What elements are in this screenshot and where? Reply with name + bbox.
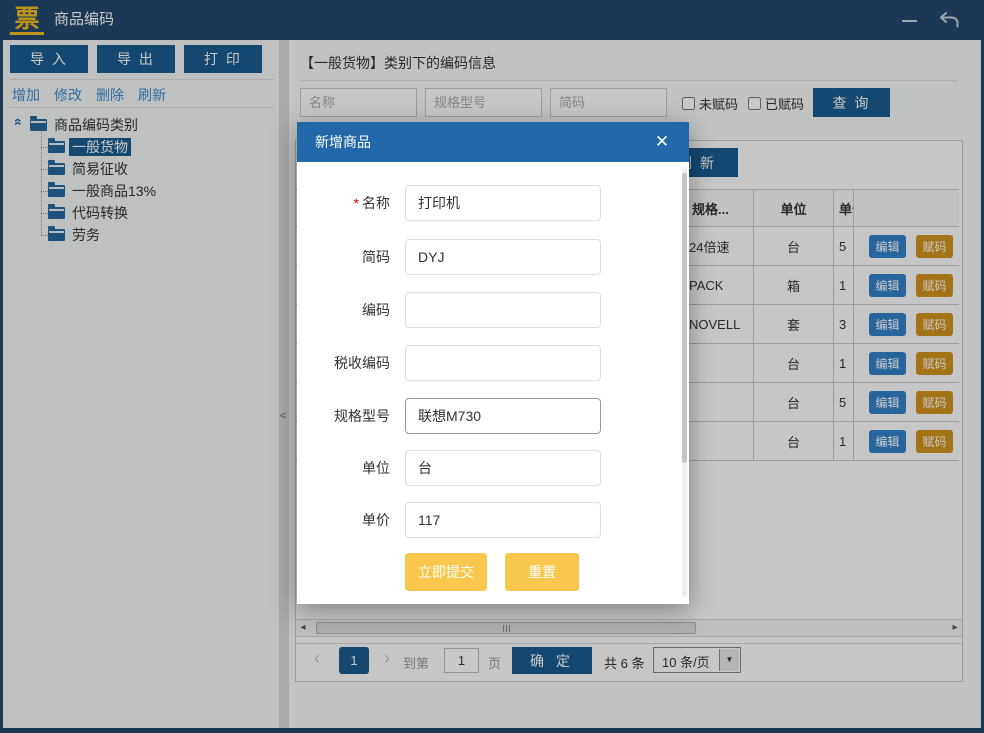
- tax-code-input[interactable]: [405, 345, 601, 381]
- name-input[interactable]: [405, 185, 601, 221]
- spec-label: 规格型号: [334, 408, 390, 424]
- app-window: 票 商品编码 导 入 导 出 打 印 增加 修改 删除 刷新 « 商品编码类别 …: [0, 0, 984, 733]
- modal-actions: 立即提交 重置: [297, 553, 689, 591]
- field-name: * 名称: [297, 185, 689, 221]
- field-shortcode: 简码: [297, 239, 689, 275]
- price-input[interactable]: [405, 502, 601, 538]
- price-label: 单价: [362, 512, 390, 528]
- unit-input[interactable]: [405, 450, 601, 486]
- code-input[interactable]: [405, 292, 601, 328]
- submit-button[interactable]: 立即提交: [405, 553, 487, 591]
- spec-input[interactable]: [405, 398, 601, 434]
- reset-button[interactable]: 重置: [505, 553, 579, 591]
- field-price: 单价: [297, 502, 689, 538]
- name-label: 名称: [362, 195, 390, 211]
- modal-scrollbar-thumb[interactable]: [682, 173, 687, 463]
- shortcode-input[interactable]: [405, 239, 601, 275]
- close-icon[interactable]: ✕: [651, 131, 673, 153]
- field-spec: 规格型号: [297, 398, 689, 434]
- field-code: 编码: [297, 292, 689, 328]
- tax-code-label: 税收编码: [334, 355, 390, 371]
- required-icon: *: [353, 195, 359, 211]
- unit-label: 单位: [362, 460, 390, 476]
- modal-title: 新增商品: [315, 134, 371, 150]
- shortcode-label: 简码: [362, 249, 390, 265]
- modal-header: 新增商品 ✕: [297, 122, 689, 162]
- field-unit: 单位: [297, 450, 689, 486]
- add-product-modal: 新增商品 ✕ *名称 简码 编码 税收编码 规格型号 单位 单价: [297, 122, 689, 604]
- code-label: 编码: [362, 302, 390, 318]
- field-tax-code: 税收编码: [297, 345, 689, 381]
- modal-scrollbar[interactable]: [682, 167, 687, 597]
